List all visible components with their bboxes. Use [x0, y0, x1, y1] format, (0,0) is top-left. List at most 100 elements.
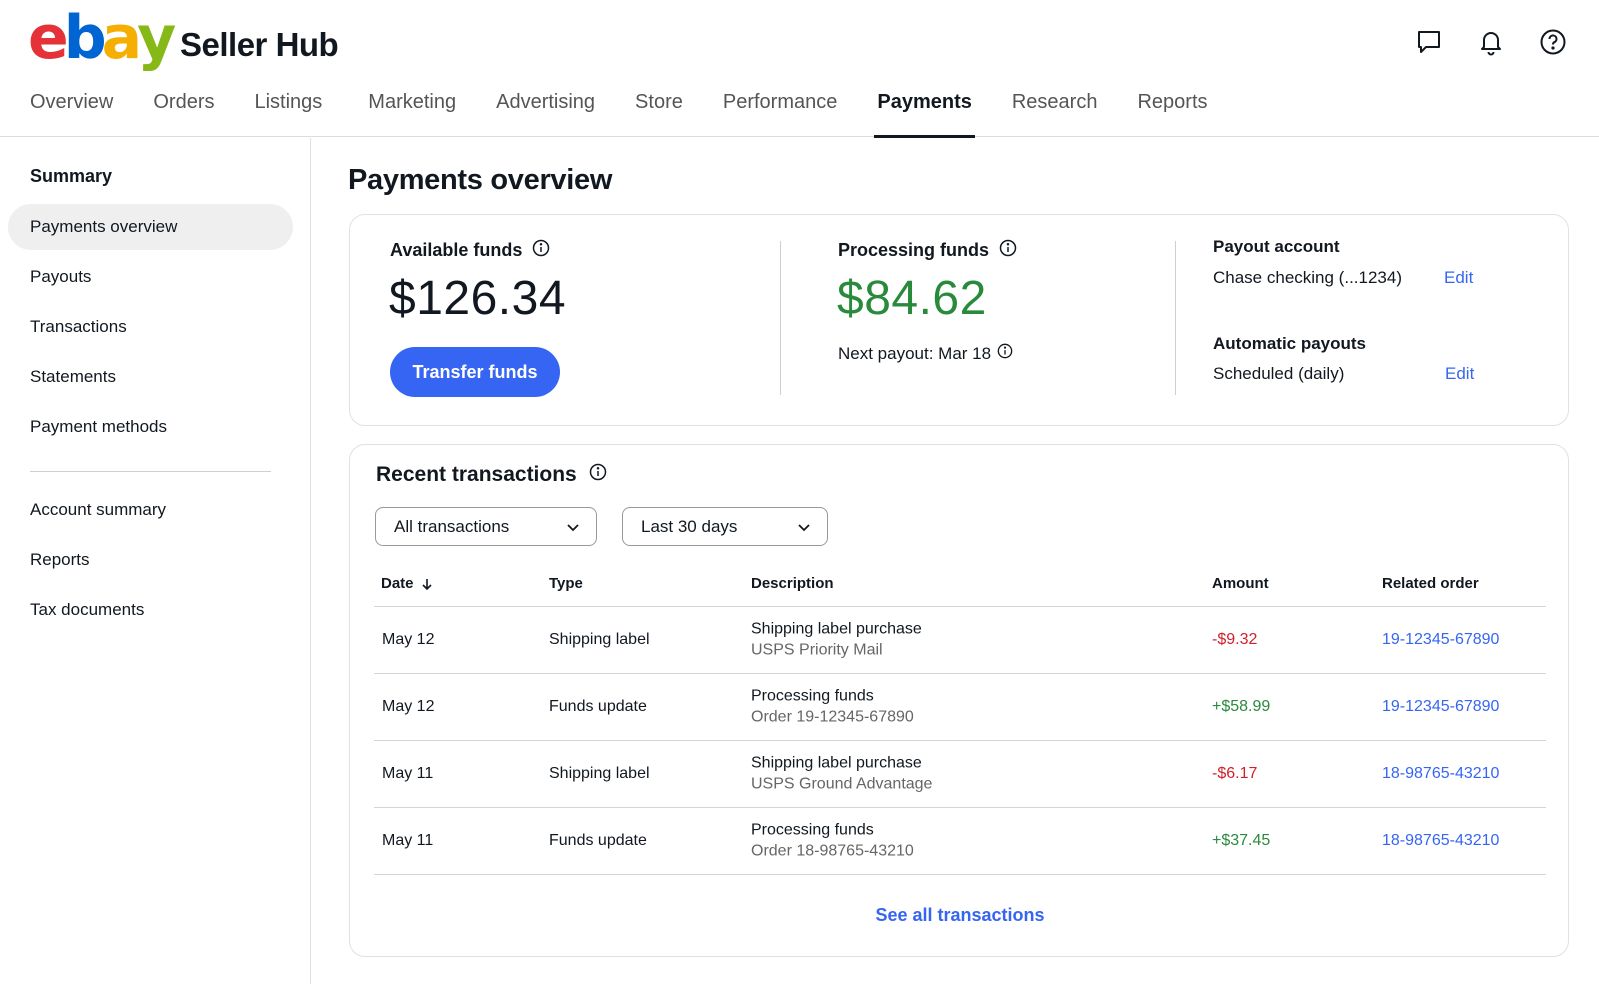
row-amount: +$58.99: [1212, 698, 1271, 715]
available-funds-label: Available funds: [390, 240, 523, 260]
edit-payout-account-link[interactable]: Edit: [1444, 268, 1473, 288]
info-icon[interactable]: [532, 239, 550, 262]
sidebar-item-payments-overview[interactable]: Payments overview: [8, 204, 293, 250]
row-related-order-link[interactable]: 18-98765-43210: [1382, 765, 1499, 783]
column-header-description: Description: [751, 575, 834, 592]
chevron-down-icon: [567, 523, 579, 531]
available-funds-heading: Available funds: [390, 239, 550, 262]
transaction-type-select[interactable]: All transactions: [375, 507, 597, 546]
bell-icon[interactable]: [1475, 26, 1507, 58]
tab-orders[interactable]: Orders: [153, 86, 214, 137]
row-description: Shipping label purchase USPS Priority Ma…: [751, 621, 922, 660]
see-all-transactions-link[interactable]: See all transactions: [350, 905, 1570, 926]
transfer-funds-button[interactable]: Transfer funds: [390, 347, 560, 397]
logo-letter-a: a: [101, 3, 142, 73]
recent-transactions-card: Recent transactions All transactions Las…: [349, 444, 1569, 957]
row-description: Processing funds Order 18-98765-43210: [751, 822, 914, 861]
info-icon[interactable]: [997, 343, 1013, 364]
column-header-date-label: Date: [381, 575, 414, 592]
row-description-sub: USPS Priority Mail: [751, 641, 883, 659]
tab-listings[interactable]: Listings: [254, 86, 322, 137]
table-row[interactable]: May 12 Shipping label Shipping label pur…: [374, 607, 1546, 674]
logo-letter-e: e: [28, 3, 69, 73]
sidebar: Summary Payments overview Payouts Transa…: [0, 138, 311, 984]
column-header-amount: Amount: [1212, 575, 1269, 592]
sidebar-section-title: Summary: [30, 166, 113, 186]
row-related-order-link[interactable]: 19-12345-67890: [1382, 698, 1499, 716]
info-icon[interactable]: [999, 239, 1017, 262]
logo-letter-y: y: [137, 3, 176, 73]
table-row[interactable]: May 11 Shipping label Shipping label pur…: [374, 741, 1546, 808]
sidebar-item-transactions[interactable]: Transactions: [8, 304, 293, 350]
row-date: May 12: [382, 631, 435, 648]
arrow-down-icon: [421, 578, 432, 590]
next-payout-text: Next payout: Mar 18: [838, 343, 992, 363]
row-related-order-link[interactable]: 19-12345-67890: [1382, 631, 1499, 649]
next-payout: Next payout: Mar 18: [838, 343, 1013, 364]
row-date: May 11: [382, 832, 434, 849]
tab-payments[interactable]: Payments: [874, 86, 975, 138]
row-related-order-link[interactable]: 18-98765-43210: [1382, 832, 1499, 850]
info-icon[interactable]: [589, 463, 607, 487]
row-date: May 11: [382, 765, 434, 782]
sidebar-item-account-summary[interactable]: Account summary: [8, 487, 293, 533]
page-title: Payments overview: [348, 164, 613, 196]
logo-letter-b: b: [63, 3, 107, 73]
table-header: Date Type Description Amount Related ord…: [374, 559, 1546, 607]
row-amount: -$6.17: [1212, 765, 1258, 782]
row-description-main: Processing funds: [751, 687, 874, 705]
sidebar-item-reports[interactable]: Reports: [8, 537, 293, 583]
row-type: Shipping label: [549, 631, 650, 648]
sidebar-item-payment-methods[interactable]: Payment methods: [8, 404, 293, 450]
recent-transactions-heading: Recent transactions: [376, 463, 607, 487]
payout-account-value: Chase checking (...1234): [1213, 268, 1402, 287]
chat-icon[interactable]: [1413, 26, 1445, 58]
row-description-main: Shipping label purchase: [751, 754, 922, 772]
ebay-logo[interactable]: e b a y: [28, 3, 176, 73]
app-header: e b a y Seller Hub Overview Orders Listi…: [0, 0, 1599, 138]
help-icon[interactable]: [1537, 26, 1569, 58]
tab-advertising[interactable]: Advertising: [496, 86, 595, 137]
row-description: Processing funds Order 19-12345-67890: [751, 688, 914, 727]
row-description-sub: Order 19-12345-67890: [751, 708, 914, 726]
automatic-payouts-value: Scheduled (daily): [1213, 364, 1345, 383]
sidebar-item-tax-documents[interactable]: Tax documents: [8, 587, 293, 633]
tab-reports[interactable]: Reports: [1137, 86, 1207, 137]
column-header-type: Type: [549, 575, 583, 592]
automatic-payouts-label: Automatic payouts: [1213, 334, 1367, 353]
table-row[interactable]: May 11 Funds update Processing funds Ord…: [374, 808, 1546, 875]
processing-funds-heading: Processing funds: [838, 239, 1017, 262]
tab-performance[interactable]: Performance: [723, 86, 838, 137]
row-type: Funds update: [549, 832, 647, 849]
transaction-type-value: All transactions: [394, 516, 510, 536]
funds-summary-card: Available funds $126.34 Transfer funds P…: [349, 214, 1569, 426]
table-row[interactable]: May 12 Funds update Processing funds Ord…: [374, 674, 1546, 741]
processing-funds-label: Processing funds: [838, 240, 990, 260]
tab-marketing[interactable]: Marketing: [368, 86, 456, 137]
available-funds-amount: $126.34: [389, 272, 567, 325]
tab-store[interactable]: Store: [635, 86, 683, 137]
row-description-main: Shipping label purchase: [751, 620, 922, 638]
row-description-sub: USPS Ground Advantage: [751, 775, 933, 793]
recent-transactions-title: Recent transactions: [376, 463, 577, 486]
row-date: May 12: [382, 698, 435, 715]
header-actions: [1413, 26, 1569, 58]
chevron-down-icon: [798, 523, 810, 531]
tab-overview[interactable]: Overview: [30, 86, 113, 137]
column-header-date[interactable]: Date: [381, 575, 434, 592]
app-title: Seller Hub: [180, 26, 339, 63]
sidebar-item-payouts[interactable]: Payouts: [8, 254, 293, 300]
summary-divider: [1175, 241, 1176, 395]
edit-automatic-payouts-link[interactable]: Edit: [1445, 364, 1474, 384]
top-nav: Overview Orders Listings Marketing Adver…: [30, 86, 1248, 138]
payout-account-label: Payout account: [1213, 237, 1340, 256]
row-type: Shipping label: [549, 765, 650, 782]
transactions-table: Date Type Description Amount Related ord…: [374, 559, 1546, 875]
date-range-select[interactable]: Last 30 days: [622, 507, 828, 546]
row-type: Funds update: [549, 698, 647, 715]
sidebar-item-statements[interactable]: Statements: [8, 354, 293, 400]
summary-divider: [780, 241, 781, 395]
date-range-value: Last 30 days: [641, 516, 738, 536]
tab-research[interactable]: Research: [1012, 86, 1098, 137]
row-amount: +$37.45: [1212, 832, 1271, 849]
